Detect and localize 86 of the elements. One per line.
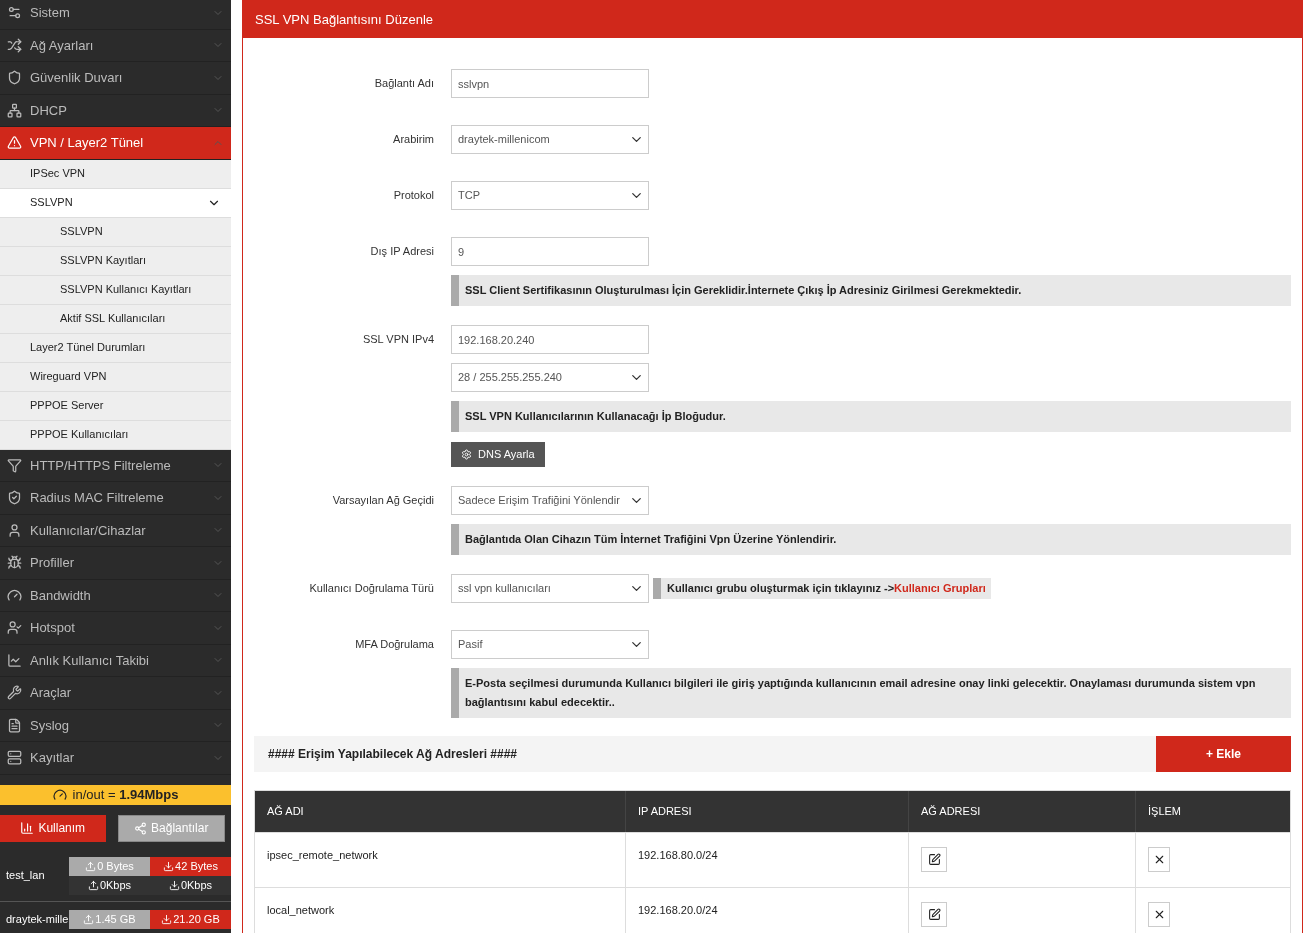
submenu-item[interactable]: SSLVPN Kayıtları (0, 246, 231, 276)
select-field[interactable]: ssl vpn kullanıcıları (451, 574, 649, 603)
submenu-item[interactable]: PPPOE Kullanıcıları (0, 420, 231, 450)
select-field[interactable]: draytek-millenicom (451, 125, 649, 154)
delete-button[interactable] (1148, 847, 1170, 872)
interface-name: test_lan (5, 868, 46, 884)
info-note: Bağlantıda Olan Cihazın Tüm İnternet Trafiğini Vpn Üzerine Yönlendirir. (451, 524, 1291, 555)
user-groups-link[interactable]: Kullanıcı Grupları (894, 580, 986, 597)
submenu-item[interactable]: SSLVPN (0, 188, 231, 218)
shuffle-icon (7, 37, 22, 53)
submenu-item[interactable]: Layer2 Tünel Durumları (0, 333, 231, 363)
sidebar-item[interactable]: VPN / Layer2 Tünel (0, 127, 231, 160)
download-total: 21.20 GB (150, 909, 231, 929)
field-label: Varsayılan Ağ Geçidi (332, 493, 434, 509)
field-label: Kullanıcı Doğrulama Türü (309, 581, 434, 597)
edit-icon (927, 853, 941, 866)
column-header: IP ADRESI (625, 791, 908, 832)
network-icon (134, 821, 148, 835)
field-label: MFA Doğrulama (355, 637, 434, 653)
text-field[interactable]: 9 (451, 237, 649, 266)
usage-tab[interactable]: Kullanım (0, 814, 106, 842)
upload-total: 1.45 GB (69, 909, 150, 929)
field-label: Protokol (393, 188, 434, 204)
table-cell: 192.168.80.0/24 (638, 849, 718, 861)
submenu-item[interactable]: PPPOE Server (0, 391, 231, 421)
text-field[interactable]: sslvpn (451, 69, 649, 98)
user-icon (7, 522, 22, 538)
select-field[interactable]: Sadece Erişim Trafiğini Yönlendir (451, 486, 649, 515)
upload-icon (83, 913, 95, 925)
select-field[interactable]: TCP (451, 181, 649, 210)
settings-icon (461, 449, 472, 460)
select-field[interactable]: Pasif (451, 630, 649, 659)
download-rate: 0Kbps (150, 875, 231, 895)
column-header: AĞ ADRESI (908, 791, 1135, 832)
download-icon (163, 860, 175, 872)
gauge-icon (52, 787, 67, 802)
gauge-icon (7, 587, 22, 603)
text-field[interactable]: 192.168.20.240 (451, 325, 649, 354)
info-note: E-Posta seçilmesi durumunda Kullanıcı bilgileri ile giriş yaptığında kullanıcının email adresine onay linki gelecektir. Onaylaması durumunda sistem vpn bağlantısını kabul edecektir.. (451, 668, 1291, 718)
field-label: Arabirim (393, 132, 434, 148)
column-header: AĞ ADI (266, 804, 305, 820)
add-button[interactable]: + Ekle (1156, 736, 1291, 772)
info-note: SSL VPN Kullanıcılarının Kullanacağı İp Bloğudur. (451, 401, 1291, 432)
column-header: İŞLEM (1135, 791, 1290, 832)
delete-button[interactable] (1148, 902, 1170, 927)
field-label: Bağlantı Adı (374, 76, 434, 92)
line-chart-icon (7, 652, 22, 668)
table-cell: 192.168.20.0/24 (638, 904, 718, 916)
info-note: SSL Client Sertifikasının Oluşturulması İçin Gereklidir.İnternete Çıkış İp Adresiniz Girilmesi Gerekmektedir. (451, 275, 1291, 306)
upload-total: 0 Bytes (69, 856, 150, 876)
shield-icon (7, 70, 22, 86)
submenu-item[interactable]: SSLVPN Kullanıcı Kayıtları (0, 275, 231, 305)
document-icon (7, 717, 22, 733)
edit-button[interactable] (921, 847, 947, 872)
download-icon (168, 879, 180, 891)
table-cell: local_network (267, 904, 335, 916)
edit-button[interactable] (921, 902, 947, 927)
submenu-item[interactable]: Wireguard VPN (0, 362, 231, 392)
upload-rate: 0Kbps (69, 875, 150, 895)
shield-check-icon (7, 490, 22, 506)
field-label: Dış IP Adresi (370, 244, 434, 260)
table-cell: ipsec_remote_network (267, 849, 378, 861)
dns-button[interactable]: DNS Ayarla (451, 442, 545, 467)
interface-name: draytek-mille (5, 911, 69, 927)
select-field[interactable]: 28 / 255.255.255.240 (451, 363, 649, 392)
submenu-item[interactable]: Aktif SSL Kullanıcıları (0, 304, 231, 334)
download-icon (161, 913, 173, 925)
field-label: SSL VPN IPv4 (362, 332, 434, 348)
warning-icon (7, 135, 22, 151)
submenu-item[interactable]: IPSec VPN (0, 159, 231, 189)
hint-note: Kullanıcı grubu oluşturmak için tıklayınız ->Kullanıcı Grupları (653, 578, 991, 599)
tools-icon (7, 685, 22, 701)
edit-icon (927, 908, 941, 921)
upload-icon (85, 860, 97, 872)
submenu-item[interactable]: SSLVPN (0, 217, 231, 247)
bug-icon (7, 555, 22, 571)
panel-header: SSL VPN Bağlantısını Düzenle (243, 1, 1302, 38)
section-title: #### Erişim Yapılabilecek Ağ Adresleri #### (267, 746, 518, 763)
user-check-icon (7, 620, 22, 636)
filter-icon (7, 457, 22, 473)
download-total: 42 Bytes (150, 856, 231, 876)
network-icon (7, 102, 22, 118)
server-icon (7, 750, 22, 766)
chart-icon (20, 821, 35, 835)
upload-icon (87, 879, 99, 891)
throughput-text: in/out = 1.94Mbps (72, 785, 179, 804)
